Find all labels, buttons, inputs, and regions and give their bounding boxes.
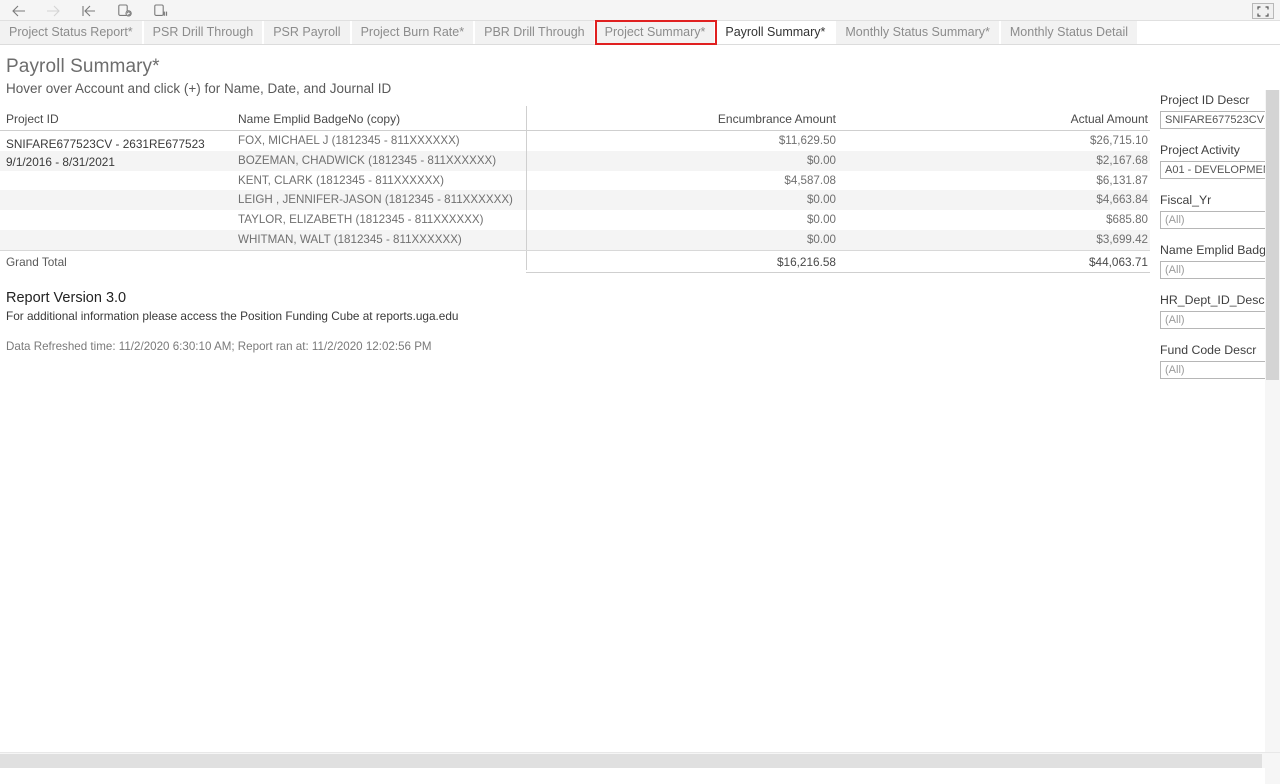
cell-name[interactable]: LEIGH , JENNIFER-JASON (1812345 - 811XXX… [238, 193, 513, 206]
cell-encumbrance[interactable]: $4,587.08 [530, 174, 836, 187]
top-toolbar [0, 0, 1280, 21]
filter-label: Project ID Descr [1160, 93, 1270, 107]
tab-psr-payroll[interactable]: PSR Payroll [264, 21, 351, 44]
table-row[interactable]: LEIGH , JENNIFER-JASON (1812345 - 811XXX… [0, 190, 1150, 210]
table-row[interactable]: WHITMAN, WALT (1812345 - 811XXXXXX) $0.0… [0, 230, 1150, 250]
project-id-cell[interactable]: SNIFARE677523CV - 2631RE677523 9/1/2016 … [6, 135, 205, 171]
page-subtitle: Hover over Account and click (+) for Nam… [6, 81, 391, 96]
filter-hr-dept-id-descr: HR_Dept_ID_Descr (All) [1160, 293, 1270, 329]
table-row[interactable]: TAYLOR, ELIZABETH (1812345 - 811XXXXXX) … [0, 210, 1150, 230]
cell-name[interactable]: WHITMAN, WALT (1812345 - 811XXXXXX) [238, 233, 462, 246]
revert-icon[interactable] [74, 0, 104, 21]
cell-actual[interactable]: $3,699.42 [840, 233, 1148, 246]
filter-value-box[interactable]: (All) [1160, 311, 1270, 329]
cell-actual[interactable]: $26,715.10 [840, 134, 1148, 147]
column-header-actual[interactable]: Actual Amount [840, 112, 1148, 126]
horizontal-scrollbar[interactable] [0, 752, 1280, 768]
tab-project-burn-rate[interactable]: Project Burn Rate* [352, 21, 476, 44]
table-row[interactable]: KENT, CLARK (1812345 - 811XXXXXX) $4,587… [0, 171, 1150, 191]
cell-encumbrance[interactable]: $0.00 [530, 193, 836, 206]
filter-fund-code-descr: Fund Code Descr (All) [1160, 343, 1270, 379]
grand-total-row: Grand Total $16,216.58 $44,063.71 [0, 252, 1150, 272]
back-arrow-icon[interactable] [4, 0, 34, 21]
grand-total-actual: $44,063.71 [840, 255, 1148, 269]
cell-actual[interactable]: $6,131.87 [840, 174, 1148, 187]
filter-value-box[interactable]: A01 - DEVELOPMENT [1160, 161, 1270, 179]
cell-encumbrance[interactable]: $0.00 [530, 213, 836, 226]
filter-label: Name Emplid Badge [1160, 243, 1270, 257]
tab-project-summary[interactable]: Project Summary* [596, 21, 717, 44]
filter-label: Project Activity [1160, 143, 1270, 157]
filter-project-id-descr: Project ID Descr SNIFARE677523CV - 2 [1160, 93, 1270, 129]
filter-label: HR_Dept_ID_Descr [1160, 293, 1270, 307]
cell-name[interactable]: BOZEMAN, CHADWICK (1812345 - 811XXXXXX) [238, 154, 496, 167]
grand-total-rule [526, 272, 1150, 273]
tab-project-status-report[interactable]: Project Status Report* [0, 21, 144, 44]
cell-name[interactable]: KENT, CLARK (1812345 - 811XXXXXX) [238, 174, 444, 187]
project-id-value: SNIFARE677523CV - 2631RE677523 [6, 135, 205, 153]
horizontal-scrollbar-thumb[interactable] [0, 754, 1262, 768]
cell-encumbrance[interactable]: $0.00 [530, 233, 836, 246]
filter-fiscal-yr: Fiscal_Yr (All) [1160, 193, 1270, 229]
cell-name[interactable]: FOX, MICHAEL J (1812345 - 811XXXXXX) [238, 134, 460, 147]
report-info-text: For additional information please access… [6, 309, 459, 323]
report-version: Report Version 3.0 [6, 290, 459, 306]
column-divider [526, 106, 527, 270]
cell-encumbrance[interactable]: $0.00 [530, 154, 836, 167]
filter-value-box[interactable]: (All) [1160, 261, 1270, 279]
tab-payroll-summary[interactable]: Payroll Summary* [716, 21, 836, 44]
filter-value-box[interactable]: (All) [1160, 361, 1270, 379]
cell-actual[interactable]: $2,167.68 [840, 154, 1148, 167]
refresh-data-icon[interactable] [110, 0, 140, 21]
filter-value-box[interactable]: (All) [1160, 211, 1270, 229]
tab-monthly-status-detail[interactable]: Monthly Status Detail [1001, 21, 1139, 44]
cell-name[interactable]: TAYLOR, ELIZABETH (1812345 - 811XXXXXX) [238, 213, 484, 226]
page-title: Payroll Summary* [6, 56, 160, 78]
column-header-encumbrance[interactable]: Encumbrance Amount [530, 112, 836, 126]
forward-arrow-icon [38, 0, 68, 21]
vertical-scrollbar-thumb[interactable] [1266, 90, 1279, 380]
tab-psr-drill-through[interactable]: PSR Drill Through [144, 21, 265, 44]
column-header-name[interactable]: Name Emplid BadgeNo (copy) [238, 112, 400, 126]
report-footer: Report Version 3.0 For additional inform… [6, 290, 459, 353]
project-date-range: 9/1/2016 - 8/31/2021 [6, 153, 205, 171]
pause-updates-icon[interactable] [146, 0, 176, 21]
vertical-scrollbar[interactable] [1265, 90, 1280, 784]
table-body-rule [0, 250, 1150, 251]
tab-pbr-drill-through[interactable]: PBR Drill Through [475, 21, 596, 44]
filter-value-box[interactable]: SNIFARE677523CV - 2 [1160, 111, 1270, 129]
data-refreshed-time: Data Refreshed time: 11/2/2020 6:30:10 A… [6, 340, 459, 353]
table-header-row: Project ID Name Emplid BadgeNo (copy) En… [0, 106, 1150, 131]
filter-panel: Project ID Descr SNIFARE677523CV - 2 Pro… [1160, 93, 1270, 393]
column-header-project-id[interactable]: Project ID [6, 112, 59, 126]
filter-label: Fiscal_Yr [1160, 193, 1270, 207]
tab-monthly-status-summary[interactable]: Monthly Status Summary* [836, 21, 1001, 44]
filter-label: Fund Code Descr [1160, 343, 1270, 357]
cell-encumbrance[interactable]: $11,629.50 [530, 134, 836, 147]
grand-total-encumbrance: $16,216.58 [530, 255, 836, 269]
grand-total-label: Grand Total [6, 255, 67, 269]
payroll-summary-table: Project ID Name Emplid BadgeNo (copy) En… [0, 106, 1150, 250]
tab-strip: Project Status Report* PSR Drill Through… [0, 21, 1280, 45]
cell-actual[interactable]: $4,663.84 [840, 193, 1148, 206]
filter-name-emplid-badge: Name Emplid Badge (All) [1160, 243, 1270, 279]
tab-strip-filler [1139, 21, 1280, 44]
filter-project-activity: Project Activity A01 - DEVELOPMENT [1160, 143, 1270, 179]
fullscreen-icon[interactable] [1252, 3, 1274, 19]
cell-actual[interactable]: $685.80 [840, 213, 1148, 226]
report-canvas: Payroll Summary* Hover over Account and … [0, 45, 1280, 748]
